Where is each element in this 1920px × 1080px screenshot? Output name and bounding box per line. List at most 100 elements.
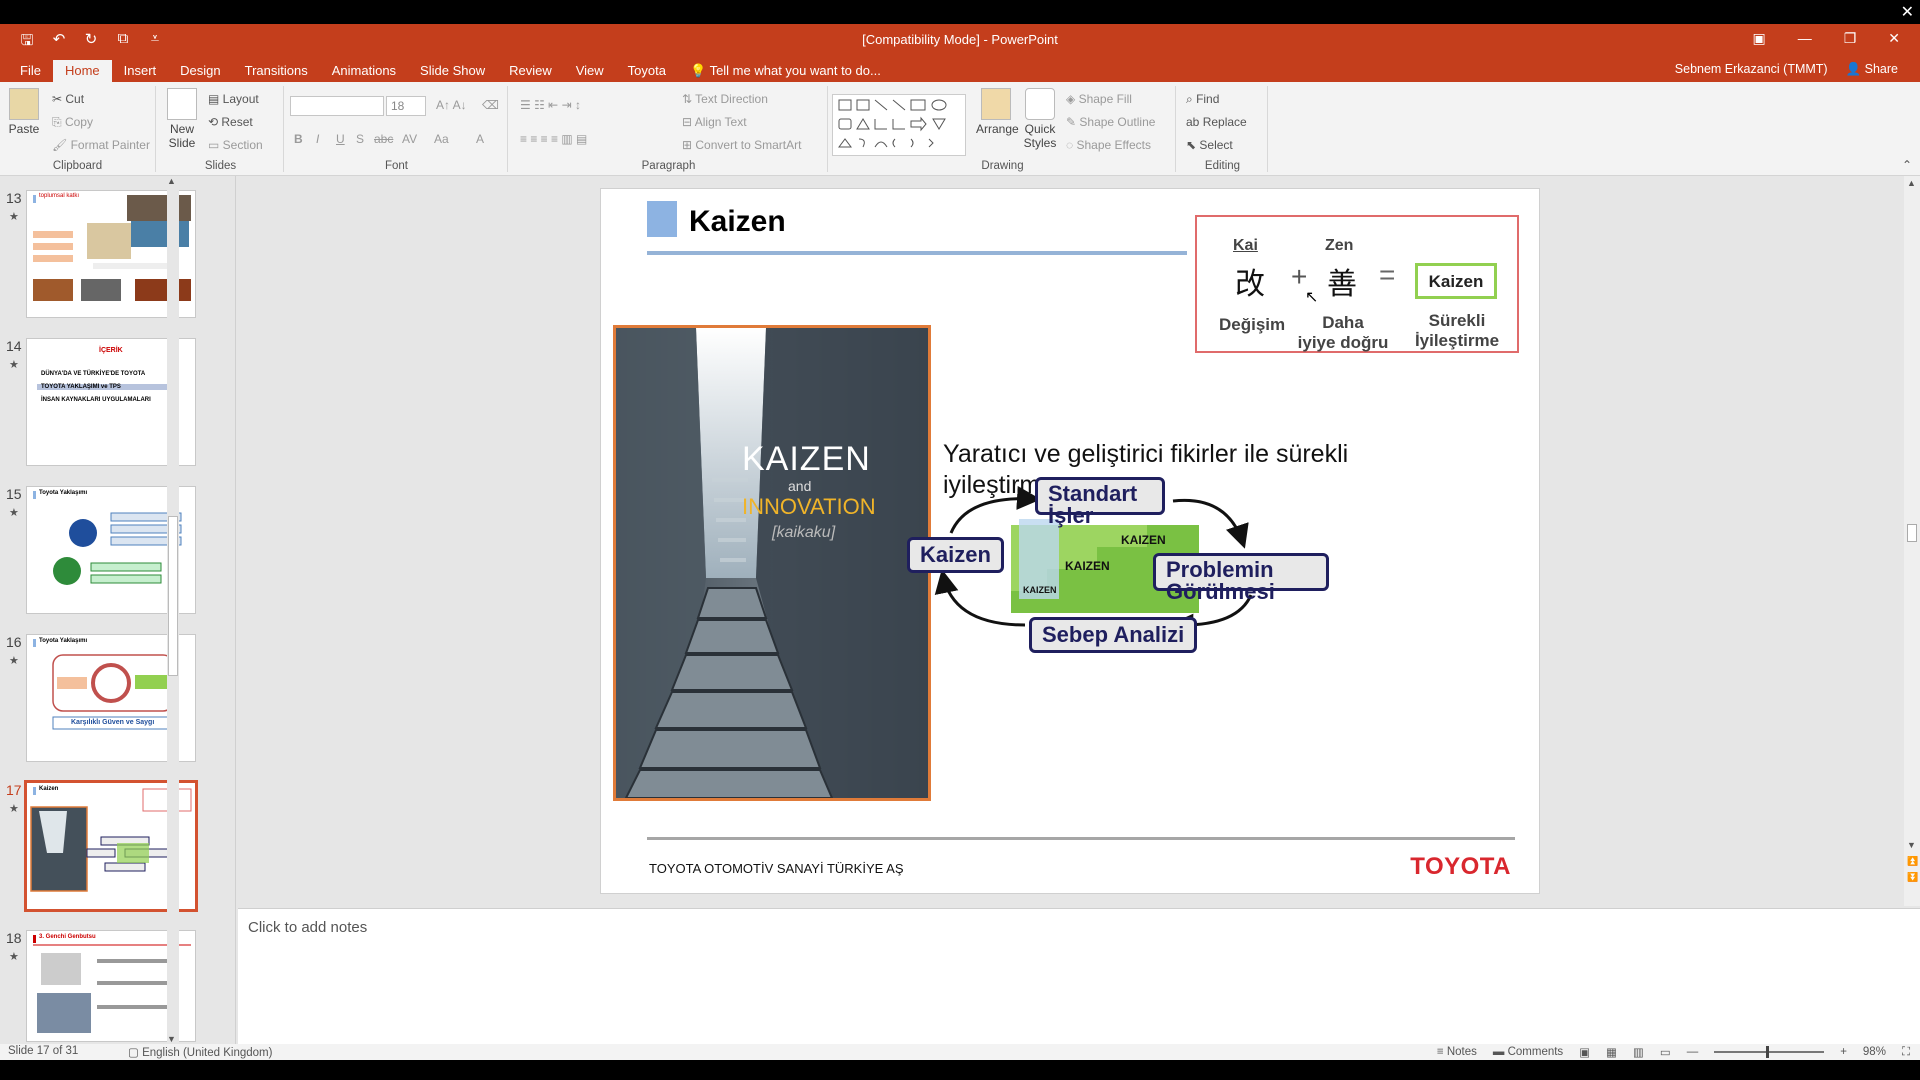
underline-button[interactable]: U — [336, 132, 345, 146]
arrange-button[interactable]: Arrange — [976, 88, 1019, 136]
comments-toggle[interactable]: ▬ Comments — [1493, 1046, 1563, 1058]
section-button[interactable]: ▭ Section — [208, 138, 263, 152]
close-overlay-icon[interactable]: ✕ — [1901, 2, 1914, 22]
scroll-thumb[interactable] — [168, 516, 178, 676]
kaizen-book-cover-image[interactable]: KAIZEN and INNOVATION [kaikaku] — [613, 325, 931, 801]
sebep-analizi-box[interactable]: Sebep Analizi — [1029, 617, 1198, 653]
align-text-icon: ⊟ — [682, 115, 695, 129]
char-spacing-button[interactable]: AV — [402, 132, 417, 146]
copy-button[interactable]: ⎘ Copy — [52, 115, 93, 130]
new-slide-button[interactable]: New Slide — [164, 88, 200, 150]
scroll-down-icon[interactable]: ▼ — [1907, 840, 1916, 850]
kaizen-cycle-diagram[interactable]: KAIZEN KAIZEN KAIZEN Standart İşler Kaiz… — [907, 477, 1347, 657]
bold-button[interactable]: B — [294, 132, 303, 146]
format-painter-button[interactable]: 🖌 Format Painter — [52, 138, 150, 152]
bullets-icon[interactable]: ☰ ☷ ⇤ ⇥ ↕ — [520, 98, 581, 112]
slide-sorter-icon[interactable]: ▦ — [1606, 1045, 1617, 1059]
italic-button[interactable]: I — [316, 132, 319, 146]
tab-design[interactable]: Design — [168, 60, 232, 82]
zoom-slider[interactable] — [1714, 1046, 1825, 1058]
reading-view-icon[interactable]: ▥ — [1633, 1045, 1644, 1059]
thumbnail-scrollbar[interactable]: ▲ ▼ — [167, 176, 179, 1044]
tab-animations[interactable]: Animations — [320, 60, 408, 82]
ribbon-display-icon[interactable]: ▣ — [1752, 30, 1765, 47]
shape-effects-button[interactable]: ◌ Shape Effects — [1066, 138, 1151, 152]
standart-line-2: İşler — [1048, 503, 1094, 528]
layout-button[interactable]: ▤ Layout — [208, 92, 259, 106]
reset-label: Reset — [221, 115, 253, 129]
align-icons[interactable]: ≡ ≡ ≡ ≡ ▥ ▤ — [520, 132, 587, 146]
zoom-slider-thumb[interactable] — [1766, 1046, 1770, 1058]
scroll-up-icon[interactable]: ▲ — [167, 176, 176, 186]
paste-button[interactable]: Paste — [6, 88, 42, 136]
align-text-button[interactable]: ⊟ Align Text — [682, 115, 747, 129]
replace-icon: ab — [1186, 115, 1203, 129]
tab-home[interactable]: Home — [52, 60, 112, 82]
result-meaning-line-2: İyileştirme — [1414, 331, 1500, 350]
footer-divider — [647, 837, 1515, 840]
title-accent-box — [647, 201, 677, 237]
quick-styles-button[interactable]: Quick Styles — [1020, 88, 1060, 150]
font-color-button[interactable]: A — [476, 132, 484, 146]
slide-canvas[interactable]: Kaizen Kai Zen 改 + 善 = Kaizen Değişim Da… — [600, 188, 1540, 894]
format-painter-label: Format Painter — [70, 138, 150, 152]
kaizen-definition-box[interactable]: Kai Zen 改 + 善 = Kaizen Değişim Daha iyiy… — [1195, 215, 1519, 353]
tab-view[interactable]: View — [564, 60, 616, 82]
strikethrough-button[interactable]: abc — [374, 132, 393, 146]
tab-toyota[interactable]: Toyota — [616, 60, 678, 82]
shadow-button[interactable]: S — [356, 132, 364, 146]
minimize-icon[interactable]: — — [1798, 30, 1812, 47]
editor-scrollbar[interactable]: ▲ ▼ ⏫ ⏬ — [1904, 176, 1920, 906]
maximize-icon[interactable]: ❐ — [1844, 30, 1857, 47]
scroll-thumb[interactable] — [1907, 524, 1917, 542]
notes-pane[interactable]: Click to add notes — [238, 908, 1920, 1044]
slideshow-icon[interactable]: ▭ — [1660, 1045, 1671, 1059]
shapes-gallery[interactable] — [832, 94, 966, 156]
kaizen-cycle-box[interactable]: Kaizen — [907, 537, 1004, 573]
tell-me-search[interactable]: 💡 Tell me what you want to do... — [678, 60, 893, 82]
problem-box[interactable]: Problemin Görülmesi — [1153, 553, 1329, 604]
standart-isler-box[interactable]: Standart İşler — [1035, 477, 1165, 528]
reset-button[interactable]: ⟲ Reset — [208, 115, 253, 129]
language-indicator[interactable]: ▢ English (United Kingdom) — [128, 1045, 272, 1059]
tab-review[interactable]: Review — [497, 60, 564, 82]
select-button[interactable]: ⬉ Select — [1186, 138, 1233, 152]
next-slide-icon[interactable]: ⏬ — [1907, 872, 1918, 883]
cut-button[interactable]: ✂ Cut — [52, 92, 84, 106]
thumbnail-number: 14 — [6, 338, 22, 354]
normal-view-icon[interactable]: ▣ — [1579, 1045, 1590, 1059]
collapse-ribbon-icon[interactable]: ⌃ — [1902, 158, 1912, 172]
scroll-down-icon[interactable]: ▼ — [167, 1034, 176, 1044]
thumbnail-list-item: TOYOTA YAKLAŞIMI ve TPS — [37, 384, 179, 390]
fit-slide-icon[interactable]: ⛶ — [1902, 1046, 1910, 1059]
text-direction-button[interactable]: ⇅ Text Direction — [682, 92, 768, 106]
share-button[interactable]: 👤 Share — [1846, 62, 1898, 77]
font-size-box[interactable]: 18 — [386, 96, 426, 116]
find-button[interactable]: ⌕ Find — [1186, 92, 1219, 107]
quick-styles-label: Quick — [1024, 122, 1056, 136]
notes-toggle[interactable]: ≡ Notes — [1437, 1046, 1477, 1058]
find-icon: ⌕ — [1186, 92, 1197, 106]
comment-icon: ▬ — [1492, 1046, 1508, 1058]
zoom-in-icon[interactable]: + — [1840, 1046, 1847, 1058]
font-name-box[interactable] — [290, 96, 384, 116]
clear-format-icon[interactable]: ⌫ — [482, 98, 499, 112]
shape-outline-button[interactable]: ✎ Shape Outline — [1066, 115, 1155, 129]
user-name[interactable]: Sebnem Erkazanci (TMMT) — [1675, 62, 1828, 77]
tab-insert[interactable]: Insert — [112, 60, 169, 82]
smartart-button[interactable]: ⊞ Convert to SmartArt — [682, 138, 801, 152]
slide-title[interactable]: Kaizen — [689, 205, 786, 239]
tab-transitions[interactable]: Transitions — [233, 60, 320, 82]
zoom-out-icon[interactable]: — — [1687, 1046, 1699, 1058]
close-icon[interactable]: ✕ — [1888, 30, 1900, 47]
zoom-level[interactable]: 98% — [1863, 1046, 1886, 1058]
change-case-button[interactable]: Aa — [434, 132, 449, 146]
tab-slide-show[interactable]: Slide Show — [408, 60, 497, 82]
replace-button[interactable]: ab Replace — [1186, 115, 1247, 129]
tab-file[interactable]: File — [8, 60, 53, 82]
shape-fill-button[interactable]: ◈ Shape Fill — [1066, 92, 1132, 106]
scroll-up-icon[interactable]: ▲ — [1907, 178, 1916, 188]
slides-group: New Slide ▤ Layout ⟲ Reset ▭ Section Sli… — [158, 86, 284, 172]
grow-font-icon[interactable]: A↑ A↓ — [436, 98, 467, 112]
previous-slide-icon[interactable]: ⏫ — [1907, 856, 1918, 867]
